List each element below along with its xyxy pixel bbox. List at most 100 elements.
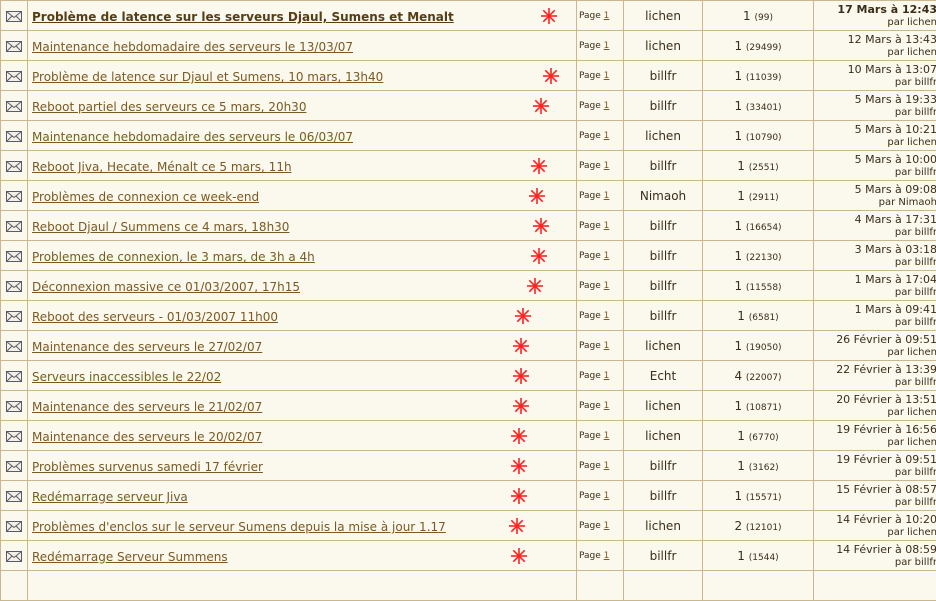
- envelope-icon[interactable]: [6, 337, 22, 356]
- page-link[interactable]: 1: [604, 311, 610, 321]
- envelope-icon[interactable]: [6, 427, 22, 446]
- topic-link[interactable]: Maintenance hebdomadaire des serveurs le…: [28, 130, 353, 144]
- table-row: Problèmes de connexion ce week-end Page 1…: [1, 181, 936, 211]
- topic-link[interactable]: Maintenance des serveurs le 27/02/07: [28, 340, 262, 354]
- last-post-date[interactable]: 19 Février à 16:56: [814, 423, 936, 436]
- last-post-cell: 10 Mars à 13:07par billfr: [814, 61, 936, 91]
- last-post-date[interactable]: 4 Mars à 17:31: [814, 213, 936, 226]
- topic-link[interactable]: Reboot des serveurs - 01/03/2007 11h00: [28, 310, 278, 324]
- page-link[interactable]: 1: [604, 101, 610, 111]
- page-link[interactable]: 1: [604, 71, 610, 81]
- page-link[interactable]: 1: [604, 491, 610, 501]
- last-post-date[interactable]: 26 Février à 09:51: [814, 333, 936, 346]
- topic-link[interactable]: Maintenance des serveurs le 20/02/07: [28, 430, 262, 444]
- last-post-date[interactable]: 19 Février à 09:51: [814, 453, 936, 466]
- last-post-author: par billfr: [814, 76, 936, 89]
- table-row: Reboot Djaul / Summens ce 4 mars, 18h30P…: [1, 211, 936, 241]
- page-link[interactable]: 1: [604, 161, 610, 171]
- replies-cell: 1 (11558): [703, 271, 814, 301]
- last-post-date[interactable]: 5 Mars à 10:21: [814, 123, 936, 136]
- envelope-cell: [1, 331, 28, 361]
- envelope-icon[interactable]: [6, 277, 22, 296]
- replies-cell: 1 (15571): [703, 481, 814, 511]
- envelope-icon[interactable]: [6, 247, 22, 266]
- page-link[interactable]: 1: [604, 401, 610, 411]
- envelope-icon[interactable]: [6, 187, 22, 206]
- page-link[interactable]: 1: [604, 11, 610, 21]
- last-post-date[interactable]: 20 Février à 13:51: [814, 393, 936, 406]
- envelope-icon[interactable]: [6, 67, 22, 86]
- page-label: Page: [579, 191, 601, 201]
- replies-cell: 1 (11039): [703, 61, 814, 91]
- topic-link[interactable]: Déconnexion massive ce 01/03/2007, 17h15: [28, 280, 300, 294]
- topic-link[interactable]: Reboot Jiva, Hecate, Ménalt ce 5 mars, 1…: [28, 160, 292, 174]
- pages-cell: Page 1: [577, 91, 624, 121]
- page-link[interactable]: 1: [604, 41, 610, 51]
- page-link[interactable]: 1: [604, 281, 610, 291]
- last-post-date[interactable]: 17 Mars à 12:43: [814, 3, 936, 16]
- page-link[interactable]: 1: [604, 221, 610, 231]
- last-post-date[interactable]: 14 Février à 08:59: [814, 543, 936, 556]
- last-post-date[interactable]: 5 Mars à 09:08: [814, 183, 936, 196]
- topic-link[interactable]: Problèmes d'enclos sur le serveur Sumens…: [28, 520, 446, 534]
- replies-cell: 1 (22130): [703, 241, 814, 271]
- envelope-icon[interactable]: [6, 307, 22, 326]
- page-link[interactable]: 1: [604, 521, 610, 531]
- view-count: (99): [754, 13, 772, 23]
- envelope-icon[interactable]: [6, 547, 22, 566]
- page-link[interactable]: 1: [604, 341, 610, 351]
- replies-cell: 1 (33401): [703, 91, 814, 121]
- topic-link[interactable]: Maintenance des serveurs le 21/02/07: [28, 400, 262, 414]
- envelope-icon[interactable]: [6, 217, 22, 236]
- envelope-icon[interactable]: [6, 397, 22, 416]
- page-link[interactable]: 1: [604, 251, 610, 261]
- envelope-icon[interactable]: [6, 367, 22, 386]
- envelope-icon[interactable]: [6, 517, 22, 536]
- page-link[interactable]: 1: [604, 431, 610, 441]
- page-link[interactable]: 1: [604, 191, 610, 201]
- envelope-icon[interactable]: [6, 37, 22, 56]
- last-post-cell: 1 Mars à 09:41par billfr: [814, 301, 936, 331]
- page-link[interactable]: 1: [604, 371, 610, 381]
- last-post-date[interactable]: 1 Mars à 09:41: [814, 303, 936, 316]
- page-label: Page: [579, 71, 601, 81]
- envelope-icon[interactable]: [6, 157, 22, 176]
- view-count: (3162): [749, 463, 779, 473]
- topic-link[interactable]: Redémarrage serveur Jiva: [28, 490, 188, 504]
- topic-link[interactable]: Problèmes survenus samedi 17 février: [28, 460, 263, 474]
- author-cell: billfr: [624, 271, 703, 301]
- last-post-date[interactable]: 5 Mars à 10:00: [814, 153, 936, 166]
- page-link[interactable]: 1: [604, 551, 610, 561]
- topic-cell: Redémarrage serveur Jiva: [28, 481, 577, 511]
- last-post-date[interactable]: 5 Mars à 19:33: [814, 93, 936, 106]
- topic-link[interactable]: Problemes de connexion, le 3 mars, de 3h…: [28, 250, 315, 264]
- last-post-date[interactable]: 15 Février à 08:57: [814, 483, 936, 496]
- page-link[interactable]: 1: [604, 461, 610, 471]
- envelope-cell: [1, 271, 28, 301]
- page-link[interactable]: 1: [604, 131, 610, 141]
- view-count: (16654): [746, 223, 782, 233]
- topic-link[interactable]: Problème de latence sur Djaul et Sumens,…: [28, 70, 383, 84]
- last-post-date[interactable]: 12 Mars à 13:43: [814, 33, 936, 46]
- topic-link[interactable]: Reboot partiel des serveurs ce 5 mars, 2…: [28, 100, 306, 114]
- topic-link[interactable]: Problème de latence sur les serveurs Dja…: [28, 10, 454, 24]
- envelope-icon[interactable]: [6, 457, 22, 476]
- replies-cell: 1 (99): [703, 1, 814, 31]
- topic-link[interactable]: Serveurs inaccessibles le 22/02: [28, 370, 221, 384]
- topic-link[interactable]: Problèmes de connexion ce week-end: [28, 190, 259, 204]
- envelope-icon[interactable]: [6, 7, 22, 26]
- topic-link[interactable]: Reboot Djaul / Summens ce 4 mars, 18h30: [28, 220, 289, 234]
- last-post-date[interactable]: 1 Mars à 17:04: [814, 273, 936, 286]
- page-label: Page: [579, 371, 601, 381]
- last-post-date[interactable]: 22 Février à 13:39: [814, 363, 936, 376]
- envelope-icon[interactable]: [6, 487, 22, 506]
- envelope-icon[interactable]: [6, 97, 22, 116]
- last-post-cell: 22 Février à 13:39par billfr: [814, 361, 936, 391]
- last-post-date[interactable]: 3 Mars à 03:18: [814, 243, 936, 256]
- topic-link[interactable]: Maintenance hebdomadaire des serveurs le…: [28, 40, 353, 54]
- last-post-date[interactable]: 10 Mars à 13:07: [814, 63, 936, 76]
- last-post-date[interactable]: 14 Février à 10:20: [814, 513, 936, 526]
- envelope-icon[interactable]: [6, 127, 22, 146]
- topic-link[interactable]: Redémarrage Serveur Summens: [28, 550, 228, 564]
- table-row: Maintenance hebdomadaire des serveurs le…: [1, 31, 936, 61]
